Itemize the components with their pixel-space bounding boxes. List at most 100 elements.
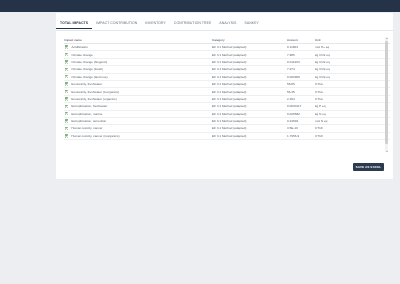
unit-cell: CTUh bbox=[315, 126, 324, 131]
results-panel: Total Impacts Impact Contribution Invent… bbox=[56, 13, 393, 179]
row-checkbox[interactable] bbox=[65, 75, 69, 79]
row-checkbox[interactable] bbox=[65, 45, 69, 49]
impact-name: Acidification bbox=[71, 45, 88, 50]
unit-cell: mol H+ eq bbox=[315, 45, 330, 50]
amount-cell: 0.011263 bbox=[287, 59, 300, 64]
impact-name-cell: Ecotoxicity, freshwater (inorganics) bbox=[64, 90, 212, 94]
row-checkbox[interactable] bbox=[65, 52, 69, 57]
scrollbar-thumb[interactable] bbox=[385, 41, 388, 144]
results-tabs: Total Impacts Impact Contribution Invent… bbox=[56, 20, 263, 30]
save-as-excel-button[interactable]: Save as Excel bbox=[353, 163, 384, 171]
impact-name: Climate change (fossil) bbox=[71, 67, 103, 72]
impact-name: Climate change (biogenic) bbox=[71, 59, 108, 64]
column-header-impact-name[interactable]: Impact name bbox=[64, 38, 212, 42]
impact-name-cell: Climate change (fossil) bbox=[64, 67, 212, 71]
row-checkbox[interactable] bbox=[65, 126, 69, 131]
category-cell: EF 3.1 Method (adapted) bbox=[212, 59, 247, 64]
scroll-up-arrow-icon[interactable] bbox=[385, 37, 388, 39]
impact-name-cell: Human toxicity, cancer (inorganics) bbox=[64, 134, 212, 138]
impact-name: Human toxicity, cancer (inorganics) bbox=[71, 133, 120, 138]
impact-name: Ecotoxicity, freshwater bbox=[71, 82, 103, 87]
amount-cell: 0.24692 bbox=[287, 119, 299, 124]
impact-name: Ecotoxicity, freshwater (organics) bbox=[71, 96, 117, 101]
amount-cell: 1.7956-9 bbox=[287, 133, 300, 138]
amount-cell: 2.494 bbox=[287, 96, 295, 101]
category-cell: EF 3.1 Method (adapted) bbox=[212, 133, 247, 138]
column-header-category[interactable]: Category bbox=[212, 38, 287, 42]
table-row[interactable]: Eutrophication, marine EF 3.1 Method (ada… bbox=[64, 111, 390, 118]
impact-name: Eutrophication, marine bbox=[71, 111, 103, 116]
tab-total-impacts[interactable]: Total Impacts bbox=[56, 20, 93, 29]
category-cell: EF 3.1 Method (adapted) bbox=[212, 74, 247, 79]
impact-name-cell: Human toxicity, cancer bbox=[64, 126, 212, 130]
impact-name: Human toxicity, cancer bbox=[71, 126, 103, 131]
row-checkbox[interactable] bbox=[65, 119, 69, 123]
scroll-down-arrow-icon[interactable] bbox=[385, 150, 388, 152]
table-header: Impact name Category Amount Unit bbox=[64, 37, 390, 44]
category-cell: EF 3.1 Method (adapted) bbox=[212, 45, 247, 50]
amount-cell: 56.35 bbox=[287, 89, 295, 94]
table-row[interactable]: Human toxicity, cancer (inorganics) EF 3.… bbox=[64, 133, 390, 141]
impact-name: Climate change (land use) bbox=[71, 74, 108, 79]
table-row[interactable]: Climate change (fossil) EF 3.1 Method (ad… bbox=[64, 66, 390, 74]
row-checkbox[interactable] bbox=[65, 134, 69, 138]
category-cell: EF 3.1 Method (adapted) bbox=[212, 52, 247, 57]
top-navigation-bar bbox=[0, 0, 400, 12]
unit-cell: kg CO2 eq bbox=[315, 67, 330, 72]
row-checkbox[interactable] bbox=[65, 97, 69, 101]
column-header-unit[interactable]: Unit bbox=[315, 38, 375, 42]
impact-name: Climate change bbox=[71, 52, 93, 57]
row-checkbox[interactable] bbox=[65, 104, 69, 108]
table-row[interactable]: Eutrophication, terrestrial EF 3.1 Method… bbox=[64, 118, 390, 126]
column-header-amount[interactable]: Amount bbox=[287, 38, 315, 42]
impact-name: Ecotoxicity, freshwater (inorganics) bbox=[71, 89, 120, 94]
table-row[interactable]: Eutrophication, freshwater EF 3.1 Method … bbox=[64, 103, 390, 111]
table-scrollbar[interactable] bbox=[385, 37, 388, 152]
category-cell: EF 3.1 Method (adapted) bbox=[212, 89, 247, 94]
impact-name-cell: Eutrophication, terrestrial bbox=[64, 119, 212, 123]
row-checkbox[interactable] bbox=[65, 67, 69, 72]
amount-cell: 3.5E-10 bbox=[287, 126, 298, 131]
impacts-table: Impact name Category Amount Unit Acidifi… bbox=[64, 37, 390, 141]
row-checkbox[interactable] bbox=[65, 112, 69, 116]
table-row[interactable]: Climate change (biogenic) EF 3.1 Method (… bbox=[64, 59, 390, 67]
table-row[interactable]: Ecotoxicity, freshwater (inorganics) EF 3… bbox=[64, 88, 390, 96]
impact-name-cell: Climate change (biogenic) bbox=[64, 60, 212, 64]
table-row[interactable]: Ecotoxicity, freshwater (organics) EF 3.1… bbox=[64, 96, 390, 104]
impact-name: Eutrophication, terrestrial bbox=[71, 119, 106, 124]
tab-inventory[interactable]: Inventory bbox=[141, 20, 170, 29]
tab-impact-contribution[interactable]: Impact Contribution bbox=[92, 20, 141, 29]
table-row[interactable]: Acidification EF 3.1 Method (adapted) 0.11… bbox=[64, 44, 390, 52]
tab-analysis[interactable]: Analysis bbox=[215, 20, 240, 29]
unit-cell: CTUe bbox=[315, 82, 324, 87]
category-cell: EF 3.1 Method (adapted) bbox=[212, 104, 247, 109]
amount-cell: 58.85 bbox=[287, 82, 295, 87]
amount-cell: 0.026582 bbox=[287, 111, 300, 116]
unit-cell: kg N eq bbox=[315, 111, 326, 116]
category-cell: EF 3.1 Method (adapted) bbox=[212, 126, 247, 131]
unit-cell: kg CO2 eq bbox=[315, 52, 330, 57]
amount-cell: 7.985 bbox=[287, 52, 295, 57]
impact-name-cell: Ecotoxicity, freshwater bbox=[64, 82, 212, 86]
impact-name-cell: Ecotoxicity, freshwater (organics) bbox=[64, 97, 212, 101]
row-checkbox[interactable] bbox=[65, 60, 69, 64]
amount-cell: 0.002909 bbox=[287, 74, 300, 79]
category-cell: EF 3.1 Method (adapted) bbox=[212, 119, 247, 124]
tab-contribution-tree[interactable]: Contribution Tree bbox=[170, 20, 215, 29]
category-cell: EF 3.1 Method (adapted) bbox=[212, 111, 247, 116]
table-row[interactable]: Ecotoxicity, freshwater EF 3.1 Method (ad… bbox=[64, 81, 390, 89]
impact-name-cell: Climate change (land use) bbox=[64, 75, 212, 79]
impact-name-cell: Climate change bbox=[64, 53, 212, 57]
table-row[interactable]: Climate change (land use) EF 3.1 Method (… bbox=[64, 74, 390, 81]
row-checkbox[interactable] bbox=[65, 89, 69, 94]
row-checkbox[interactable] bbox=[65, 82, 69, 86]
category-cell: EF 3.1 Method (adapted) bbox=[212, 82, 247, 87]
table-row[interactable]: Climate change EF 3.1 Method (adapted) 7.9… bbox=[64, 51, 390, 59]
table-row[interactable]: Human toxicity, cancer EF 3.1 Method (ada… bbox=[64, 125, 390, 133]
category-cell: EF 3.1 Method (adapted) bbox=[212, 96, 247, 101]
impact-name-cell: Eutrophication, freshwater bbox=[64, 104, 212, 108]
unit-cell: kg CO2 eq bbox=[315, 59, 330, 64]
impact-name-cell: Eutrophication, marine bbox=[64, 112, 212, 116]
tab-sankey[interactable]: Sankey bbox=[240, 20, 262, 29]
category-cell: EF 3.1 Method (adapted) bbox=[212, 67, 247, 72]
